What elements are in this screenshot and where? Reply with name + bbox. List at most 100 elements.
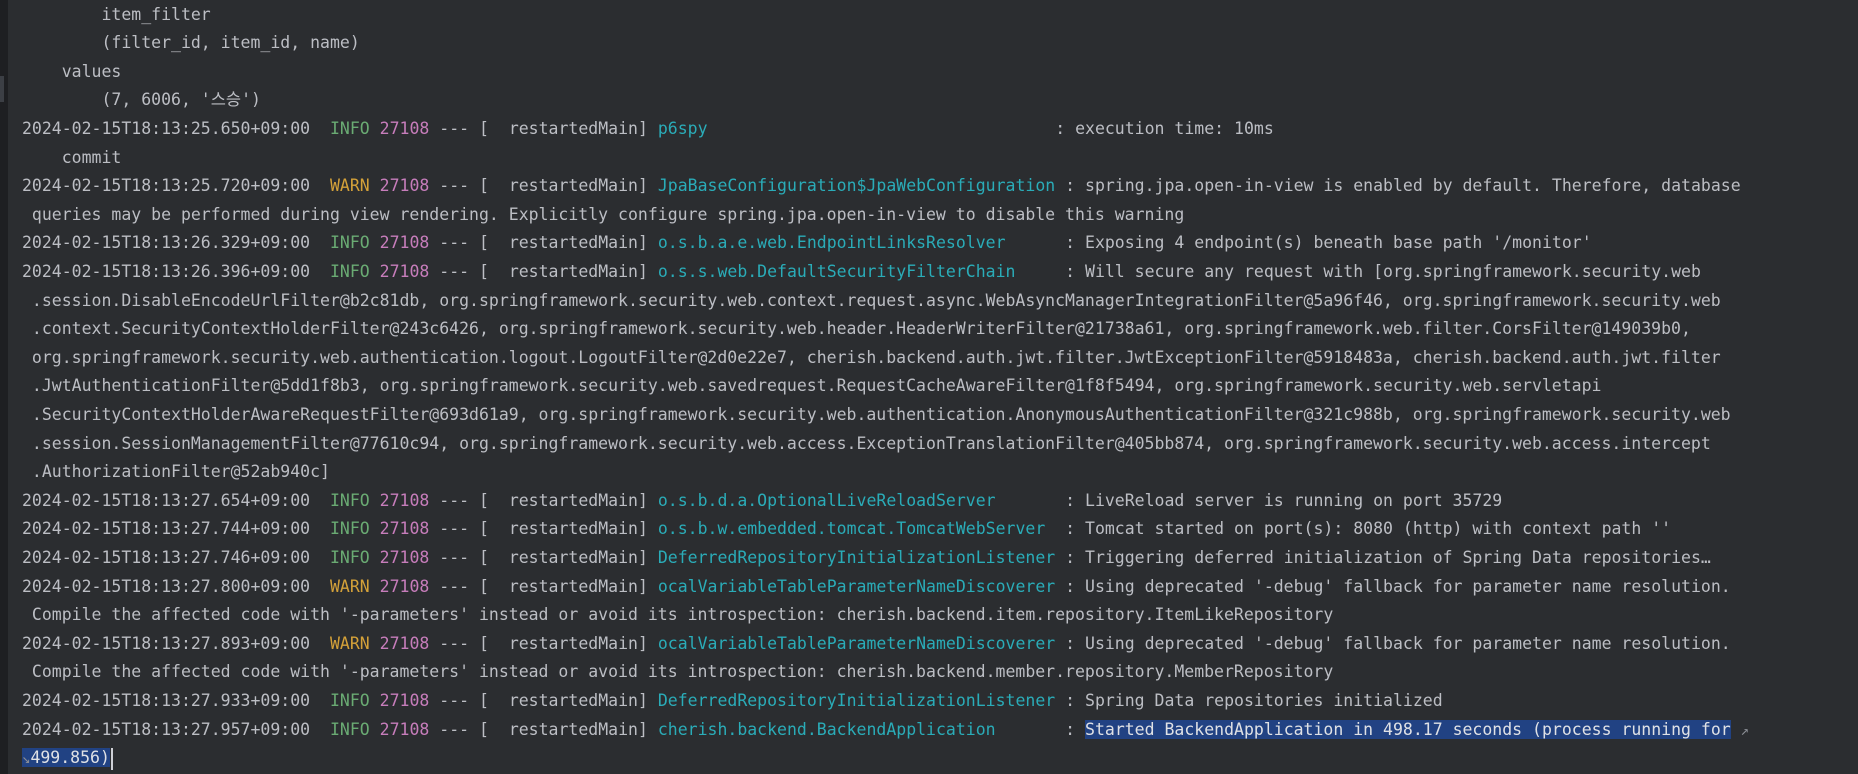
log-continuation-line[interactable]: (7, 6006, '스승'): [22, 86, 1858, 115]
log-logger: ocalVariableTableParameterNameDiscoverer: [657, 576, 1056, 596]
log-pid: 27108: [379, 490, 430, 510]
log-thread: [ restartedMain]: [479, 719, 648, 739]
log-thread: [ restartedMain]: [479, 519, 648, 539]
log-pid: 27108: [379, 261, 430, 281]
log-continuation-line[interactable]: .JwtAuthenticationFilter@5dd1f8b3, org.s…: [22, 372, 1858, 401]
log-continuation-line[interactable]: Compile the affected code with '-paramet…: [22, 658, 1858, 687]
selected-text: Started BackendApplication in 498.17 sec…: [1085, 719, 1731, 739]
log-logger: p6spy: [657, 118, 1046, 138]
log-line[interactable]: 2024-02-15T18:13:27.893+09:00 WARN 27108…: [22, 630, 1858, 659]
log-separator: ---: [439, 519, 470, 539]
log-separator: ---: [439, 547, 470, 567]
log-thread: [ restartedMain]: [479, 633, 648, 653]
log-continuation-line[interactable]: values: [22, 58, 1858, 87]
log-thread: [ restartedMain]: [479, 690, 648, 710]
log-continuation-line[interactable]: .session.SessionManagementFilter@77610c9…: [22, 430, 1858, 459]
log-continuation-line[interactable]: commit: [22, 144, 1858, 173]
log-continuation-line[interactable]: item_filter: [22, 1, 1858, 30]
log-message: : LiveReload server is running on port 3…: [1065, 490, 1503, 510]
log-pid: 27108: [379, 176, 430, 196]
log-separator: ---: [439, 176, 470, 196]
log-separator: ---: [439, 118, 470, 138]
selected-text-continuation: ↘499.856): [22, 748, 110, 768]
log-timestamp: 2024-02-15T18:13:27.746+09:00: [22, 547, 311, 567]
log-message: : Exposing 4 endpoint(s) beneath base pa…: [1065, 233, 1592, 253]
log-separator: ---: [439, 690, 470, 710]
log-text: (7, 6006, '스승'): [22, 90, 261, 110]
log-separator: ---: [439, 233, 470, 253]
log-continuation-line[interactable]: Compile the affected code with '-paramet…: [22, 601, 1858, 630]
log-pid: 27108: [379, 547, 430, 567]
log-line[interactable]: 2024-02-15T18:13:27.654+09:00 INFO 27108…: [22, 487, 1858, 516]
log-text: .JwtAuthenticationFilter@5dd1f8b3, org.s…: [22, 376, 1602, 396]
log-level: WARN: [329, 576, 370, 596]
log-timestamp: 2024-02-15T18:13:27.933+09:00: [22, 690, 311, 710]
log-text: commit: [22, 147, 122, 167]
log-timestamp: 2024-02-15T18:13:27.654+09:00: [22, 490, 311, 510]
log-logger: o.s.b.w.embedded.tomcat.TomcatWebServer: [657, 519, 1056, 539]
log-logger: DeferredRepositoryInitializationListener: [657, 547, 1056, 567]
log-continuation-line[interactable]: org.springframework.security.web.authent…: [22, 344, 1858, 373]
run-console-output[interactable]: item_filter (filter_id, item_id, name) v…: [8, 0, 1858, 774]
log-message: : Tomcat started on port(s): 8080 (http)…: [1065, 519, 1672, 539]
log-line[interactable]: 2024-02-15T18:13:27.746+09:00 INFO 27108…: [22, 544, 1858, 573]
log-continuation-line[interactable]: queries may be performed during view ren…: [22, 201, 1858, 230]
log-timestamp: 2024-02-15T18:13:27.800+09:00: [22, 576, 311, 596]
log-separator: ---: [439, 633, 470, 653]
log-text: (filter_id, item_id, name): [22, 33, 360, 53]
log-line[interactable]: 2024-02-15T18:13:27.800+09:00 WARN 27108…: [22, 573, 1858, 602]
log-continuation-line[interactable]: .context.SecurityContextHolderFilter@243…: [22, 315, 1858, 344]
log-message: : Using deprecated '-debug' fallback for…: [1065, 576, 1731, 596]
log-message: :: [1065, 719, 1086, 739]
log-timestamp: 2024-02-15T18:13:25.650+09:00: [22, 118, 311, 138]
log-pid: 27108: [379, 633, 430, 653]
log-text: .session.SessionManagementFilter@77610c9…: [22, 433, 1711, 453]
log-line[interactable]: 2024-02-15T18:13:25.720+09:00 WARN 27108…: [22, 172, 1858, 201]
log-pid: 27108: [379, 576, 430, 596]
log-text: Compile the affected code with '-paramet…: [22, 605, 1334, 625]
log-timestamp: 2024-02-15T18:13:27.957+09:00: [22, 719, 311, 739]
log-separator: ---: [439, 719, 470, 739]
log-message: : Spring Data repositories initialized: [1065, 690, 1443, 710]
log-level: INFO: [329, 690, 370, 710]
log-line[interactable]: 2024-02-15T18:13:27.957+09:00 INFO 27108…: [22, 716, 1858, 745]
log-level: WARN: [329, 633, 370, 653]
log-line[interactable]: 2024-02-15T18:13:26.396+09:00 INFO 27108…: [22, 258, 1858, 287]
log-timestamp: 2024-02-15T18:13:26.329+09:00: [22, 233, 311, 253]
log-pid: 27108: [379, 719, 430, 739]
log-logger: o.s.b.d.a.OptionalLiveReloadServer: [657, 490, 1056, 510]
log-separator: ---: [439, 490, 470, 510]
log-continuation-line[interactable]: .AuthorizationFilter@52ab940c]: [22, 458, 1858, 487]
log-line[interactable]: 2024-02-15T18:13:25.650+09:00 INFO 27108…: [22, 115, 1858, 144]
log-text: values: [22, 61, 122, 81]
log-thread: [ restartedMain]: [479, 490, 648, 510]
log-pid: 27108: [379, 233, 430, 253]
log-continuation-line[interactable]: ↘499.856): [22, 744, 1858, 773]
log-text: queries may be performed during view ren…: [22, 204, 1185, 224]
log-logger: cherish.backend.BackendApplication: [657, 719, 1056, 739]
log-text: .SecurityContextHolderAwareRequestFilter…: [22, 404, 1731, 424]
log-level: INFO: [329, 261, 370, 281]
log-thread: [ restartedMain]: [479, 176, 648, 196]
log-text: item_filter: [22, 4, 211, 24]
log-level: WARN: [329, 176, 370, 196]
log-logger: o.s.b.a.e.web.EndpointLinksResolver: [657, 233, 1056, 253]
log-continuation-line[interactable]: (filter_id, item_id, name): [22, 29, 1858, 58]
editor-gutter: [0, 0, 8, 774]
log-message: : Will secure any request with [org.spri…: [1065, 261, 1701, 281]
log-separator: ---: [439, 576, 470, 596]
log-thread: [ restartedMain]: [479, 576, 648, 596]
log-thread: [ restartedMain]: [479, 547, 648, 567]
log-continuation-line[interactable]: .session.DisableEncodeUrlFilter@b2c81db,…: [22, 287, 1858, 316]
log-line[interactable]: 2024-02-15T18:13:27.933+09:00 INFO 27108…: [22, 687, 1858, 716]
log-text: Compile the affected code with '-paramet…: [22, 662, 1334, 682]
log-pid: 27108: [379, 519, 430, 539]
gutter-marker: [0, 76, 4, 102]
log-continuation-line[interactable]: .SecurityContextHolderAwareRequestFilter…: [22, 401, 1858, 430]
log-text: org.springframework.security.web.authent…: [22, 347, 1721, 367]
log-logger: JpaBaseConfiguration$JpaWebConfiguration: [657, 176, 1056, 196]
log-timestamp: 2024-02-15T18:13:26.396+09:00: [22, 261, 311, 281]
log-line[interactable]: 2024-02-15T18:13:26.329+09:00 INFO 27108…: [22, 229, 1858, 258]
log-timestamp: 2024-02-15T18:13:27.744+09:00: [22, 519, 311, 539]
log-line[interactable]: 2024-02-15T18:13:27.744+09:00 INFO 27108…: [22, 515, 1858, 544]
